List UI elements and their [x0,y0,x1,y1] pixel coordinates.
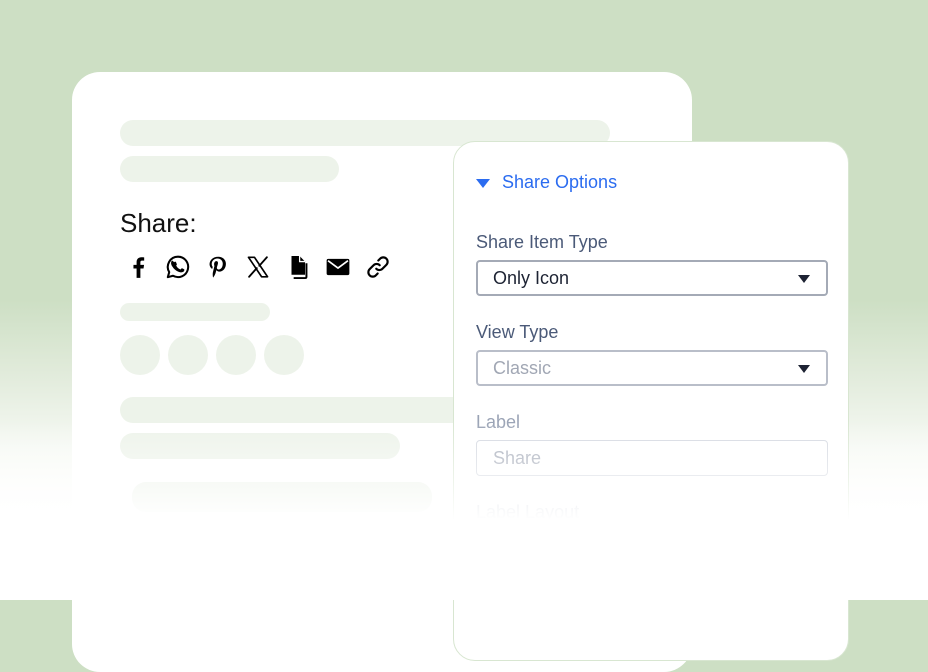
skeleton-circle [168,335,208,375]
facebook-icon[interactable] [118,252,158,282]
label-field-label: Label [476,412,521,432]
dropdown-arrow-icon [798,275,810,283]
view-type-value: Classic [493,357,552,378]
pinterest-icon[interactable] [198,252,238,282]
section-title: Share Options [502,172,618,192]
skeleton-circle [264,335,304,375]
share-item-type-value: Only Icon [493,267,570,288]
copy-icon[interactable] [278,252,318,282]
link-icon[interactable] [358,252,398,282]
skeleton-line [120,433,400,459]
share-heading: Share: [120,208,197,238]
caret-down-icon [476,179,490,188]
view-type-select[interactable]: Classic [476,350,828,386]
skeleton-line [132,482,432,512]
skeleton-line [120,397,470,423]
dropdown-arrow-icon [798,365,810,373]
view-type-label: View Type [476,322,559,342]
skeleton-circle [120,335,160,375]
share-options-toggle[interactable]: Share Options [476,172,617,193]
email-icon[interactable] [318,252,358,282]
share-icon-row [118,252,398,282]
skeleton-circle [216,335,256,375]
share-item-type-select[interactable]: Only Icon [476,260,828,296]
skeleton-line [120,303,270,321]
x-icon[interactable] [238,252,278,282]
skeleton-line [120,156,339,182]
label-input[interactable] [476,440,828,476]
share-item-type-label: Share Item Type [476,232,608,252]
settings-panel: Share Options Share Item Type Only Icon … [453,141,849,661]
label-layout-label: Label Layout [476,502,580,522]
whatsapp-icon[interactable] [158,252,198,282]
